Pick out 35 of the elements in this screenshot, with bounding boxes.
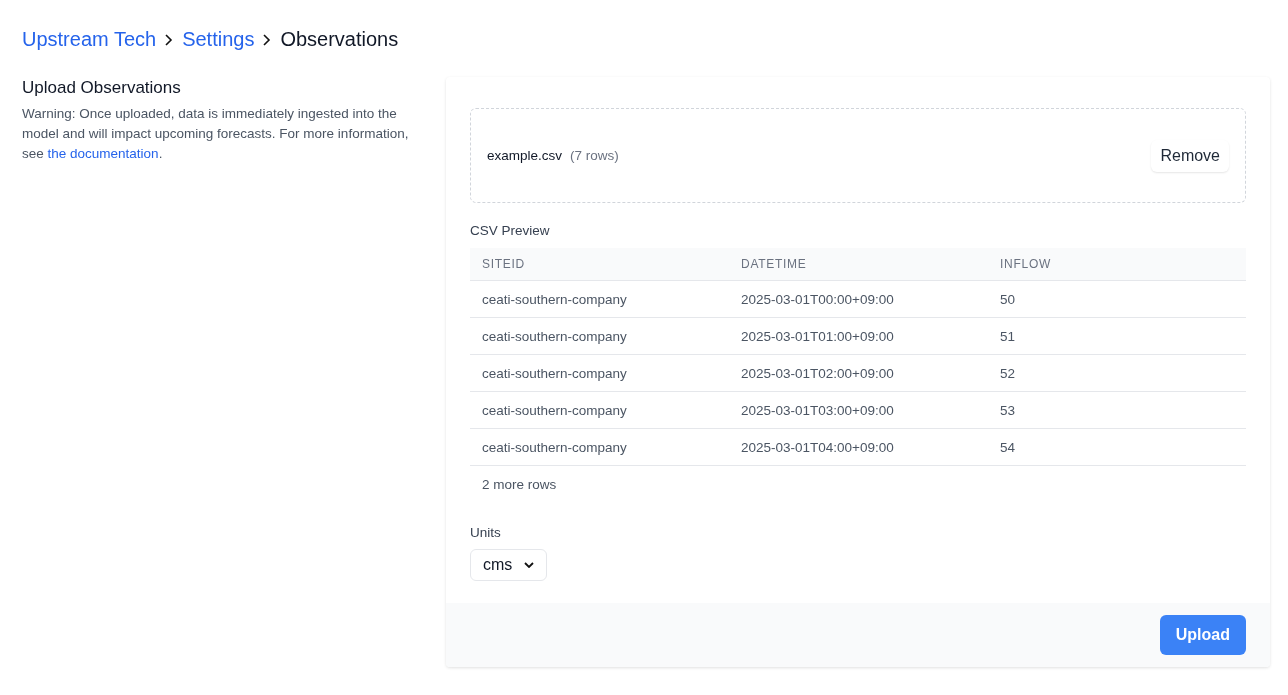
table-cell: 2025-03-01T04:00+09:00	[741, 439, 894, 455]
breadcrumb-link[interactable]: Settings	[182, 28, 255, 51]
table-cell: 53	[1000, 402, 1016, 418]
column-header: SITEID	[482, 257, 525, 271]
chevron-right-icon	[262, 32, 273, 47]
column-header: INFLOW	[1000, 257, 1051, 271]
table-cell: 52	[1000, 365, 1016, 381]
table-cell: 51	[1000, 328, 1016, 344]
table-cell: ceati-southern-company	[482, 402, 627, 418]
row-count: (7 rows)	[570, 148, 620, 163]
breadcrumb-link[interactable]: Upstream Tech	[22, 28, 157, 51]
table-cell: 2025-03-01T00:00+09:00	[741, 291, 894, 307]
table-cell: 2025-03-01T03:00+09:00	[741, 402, 894, 418]
units-dropdown[interactable]: cms	[470, 549, 548, 581]
table-cell: 2025-03-01T02:00+09:00	[741, 365, 894, 381]
units-label: Units	[470, 525, 502, 540]
more-rows-text: 2 more rows	[482, 476, 557, 492]
breadcrumb-current: Observations	[280, 28, 399, 51]
section-title: Upload Observations	[22, 78, 182, 98]
upload-button[interactable]: Upload	[1159, 615, 1246, 655]
table-cell: ceati-southern-company	[482, 328, 627, 344]
preview-title: CSV Preview	[470, 223, 551, 238]
warning-text: Warning: Once uploaded, data is immediately ingested into the model and will impact upcoming forecasts. For more information, see the documentation.	[22, 105, 410, 163]
column-header: DATETIME	[741, 257, 807, 271]
table-cell: 2025-03-01T01:00+09:00	[741, 328, 894, 344]
table-cell: ceati-southern-company	[482, 291, 627, 307]
table-cell: 50	[1000, 291, 1016, 307]
remove-button[interactable]: Remove	[1151, 139, 1229, 172]
chevron-right-icon	[164, 32, 175, 47]
chevron-down-icon	[524, 562, 535, 568]
table-cell: ceati-southern-company	[482, 365, 627, 381]
table-cell: 54	[1000, 439, 1016, 455]
file-name: example.csv	[487, 148, 563, 163]
documentation-link[interactable]: the documentation	[47, 146, 159, 161]
table-cell: ceati-southern-company	[482, 439, 627, 455]
